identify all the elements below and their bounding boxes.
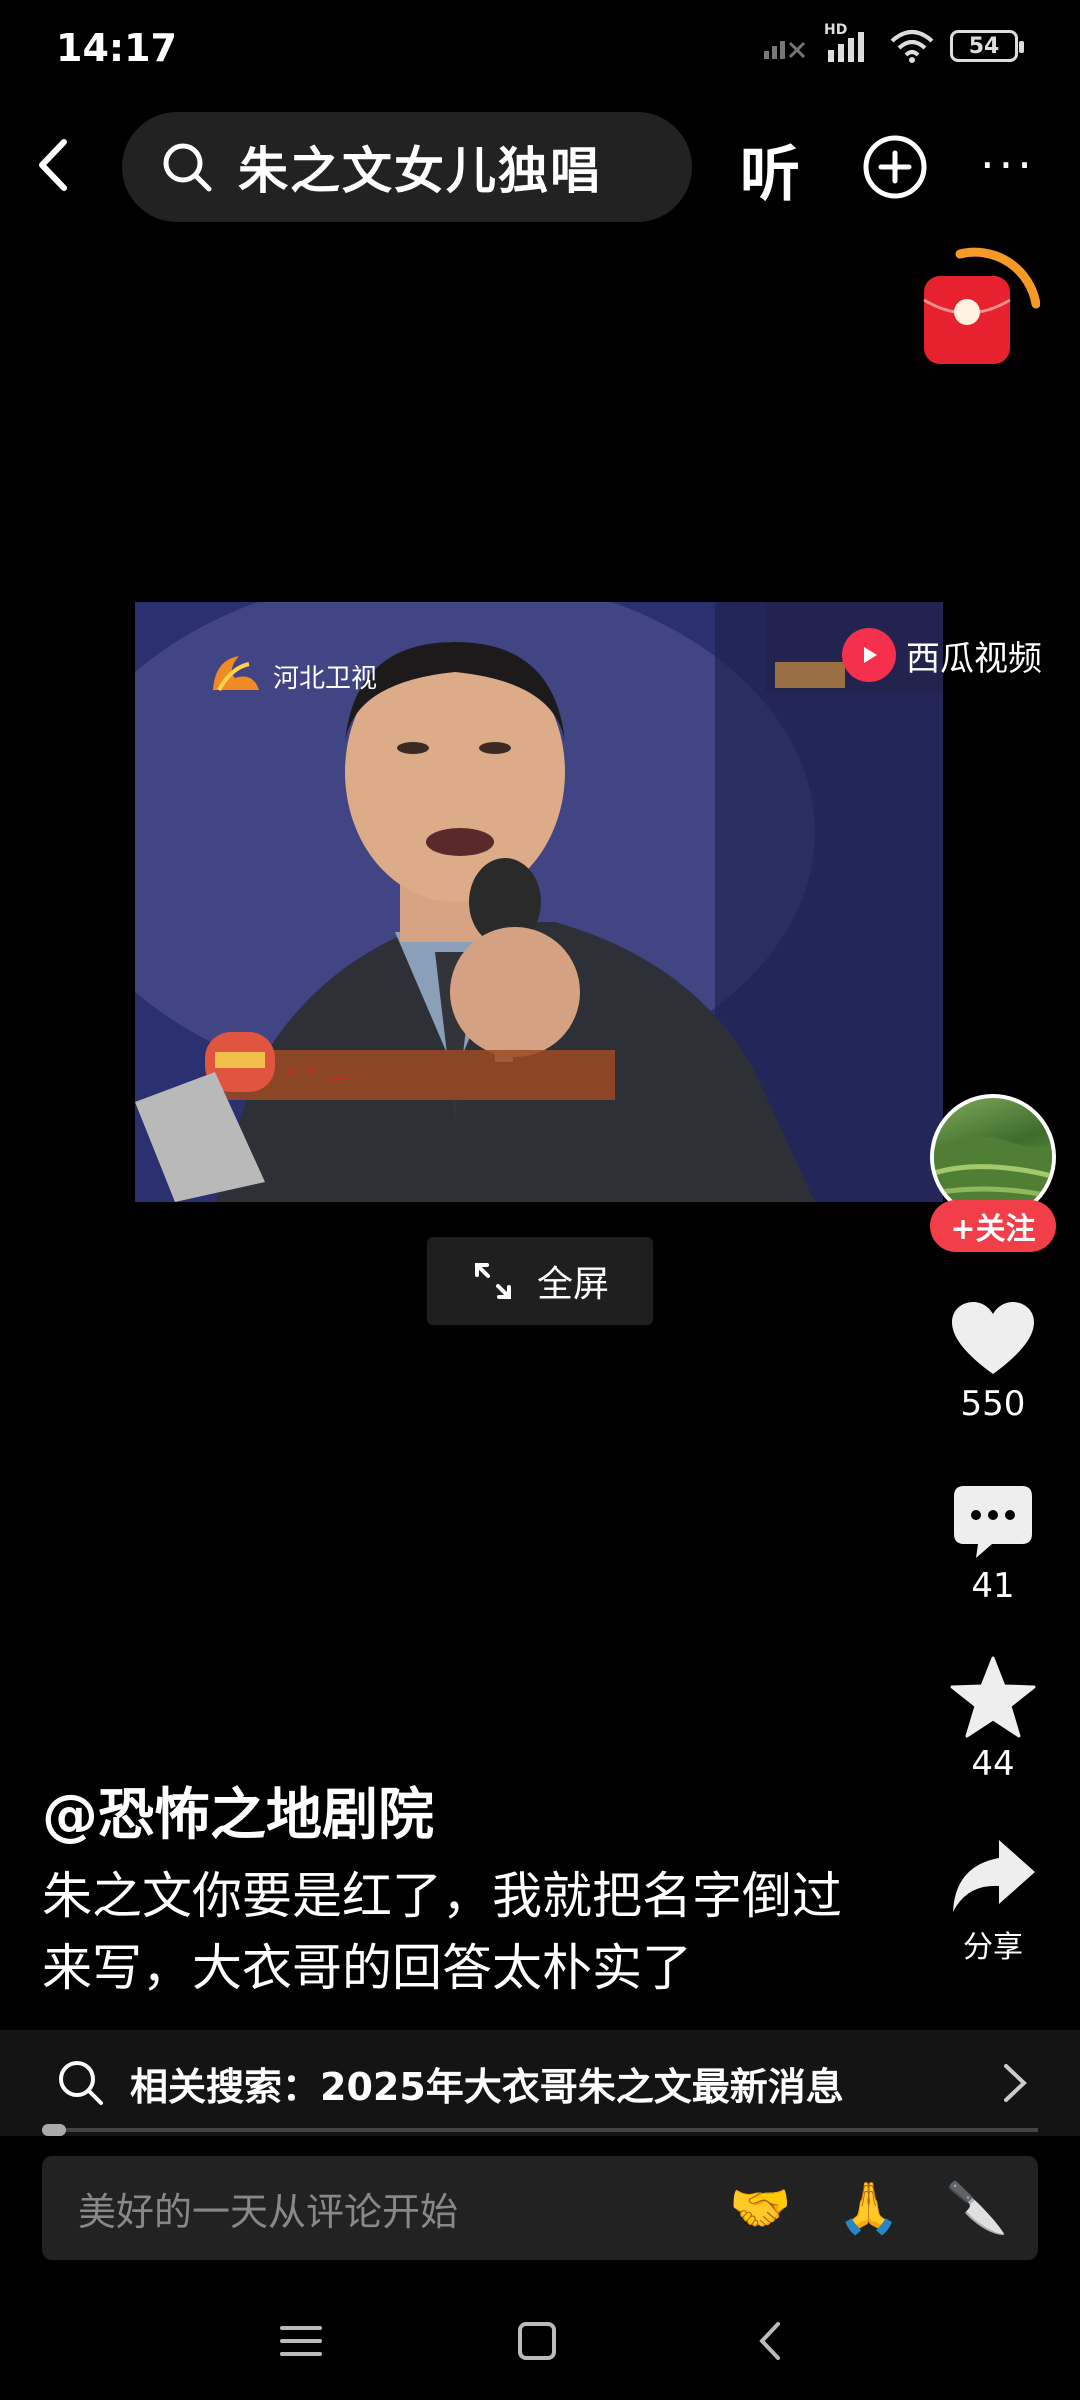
related-search[interactable]: 相关搜索：2025年大衣哥朱之文最新消息 (0, 2030, 1080, 2136)
nav-back-icon[interactable] (746, 2316, 796, 2366)
signal-off-icon (764, 41, 806, 59)
search-bar[interactable]: 朱之文女儿独唱 (122, 112, 692, 222)
channel-logo-icon (213, 656, 259, 691)
xigua-text: 西瓜视频 (906, 638, 1042, 679)
like-action[interactable]: 550 (930, 1300, 1056, 1424)
related-search-text: 相关搜索：2025年大衣哥朱之文最新消息 (130, 2064, 844, 2109)
red-packet-icon[interactable] (920, 240, 1040, 370)
battery-indicator: 54 (950, 30, 1024, 62)
back-icon[interactable] (22, 130, 92, 200)
more-icon[interactable]: ··· (980, 138, 1036, 192)
comment-action[interactable]: 41 (930, 1484, 1056, 1606)
chevron-right-icon (1004, 2064, 1027, 2102)
wifi-icon (890, 30, 934, 63)
follow-button[interactable]: +关注 (930, 1200, 1056, 1252)
xigua-play-icon (842, 628, 896, 682)
emoji-handshake[interactable]: 🤝 (729, 2179, 791, 2238)
signal-hd-icon: HD (824, 22, 874, 64)
top-bar: 朱之文女儿独唱 听 ··· (0, 112, 1080, 222)
listen-button[interactable]: 听 (740, 126, 800, 213)
heart-icon[interactable] (950, 1300, 1036, 1378)
comment-icon[interactable] (952, 1484, 1034, 1560)
status-time: 14:17 (56, 26, 177, 70)
plus-circle-icon[interactable] (860, 132, 930, 202)
progress-handle[interactable] (42, 2124, 66, 2136)
fullscreen-button[interactable]: 全屏 (427, 1237, 653, 1325)
fullscreen-label: 全屏 (536, 1264, 609, 1305)
comment-placeholder: 美好的一天从评论开始 (78, 2189, 459, 2234)
system-nav-bar (0, 2290, 1080, 2400)
comment-input[interactable]: 美好的一天从评论开始 🤝 🙏 🔪 (42, 2156, 1038, 2260)
home-square-icon[interactable] (512, 2316, 562, 2366)
video-player[interactable]: “ ” — 河北卫视 (135, 602, 943, 1202)
emoji-knife[interactable]: 🔪 (946, 2179, 1008, 2238)
channel-logo: 河北卫视 (205, 650, 377, 702)
channel-logo-text: 河北卫视 (273, 663, 378, 694)
menu-icon[interactable] (276, 2316, 326, 2366)
share-label: 分享 (963, 1930, 1023, 1965)
expand-icon (474, 1263, 511, 1299)
star-icon[interactable] (950, 1656, 1036, 1738)
share-icon[interactable] (949, 1836, 1037, 1916)
status-icons: HD 54 (762, 22, 1024, 64)
comment-count: 41 (971, 1566, 1015, 1606)
status-bar: 14:17 HD 54 (0, 0, 1080, 100)
like-count: 550 (960, 1384, 1026, 1424)
search-query: 朱之文女儿独唱 (238, 142, 602, 200)
xigua-watermark: 西瓜视频 (842, 628, 1042, 682)
svg-text:“ ” —: “ ” — (285, 1064, 349, 1092)
video-progress-bar[interactable] (42, 2124, 1038, 2136)
share-action[interactable]: 分享 (930, 1836, 1056, 1966)
favorite-count: 44 (971, 1744, 1015, 1784)
author-name[interactable]: @恐怖之地剧院 (42, 1770, 434, 1851)
search-icon (59, 2061, 103, 2105)
post-description: 朱之文你要是红了，我就把名字倒过来写，大衣哥的回答太朴实了 (42, 1867, 842, 1997)
favorite-action[interactable]: 44 (930, 1656, 1056, 1784)
emoji-pray[interactable]: 🙏 (837, 2179, 899, 2238)
search-icon (163, 143, 212, 192)
